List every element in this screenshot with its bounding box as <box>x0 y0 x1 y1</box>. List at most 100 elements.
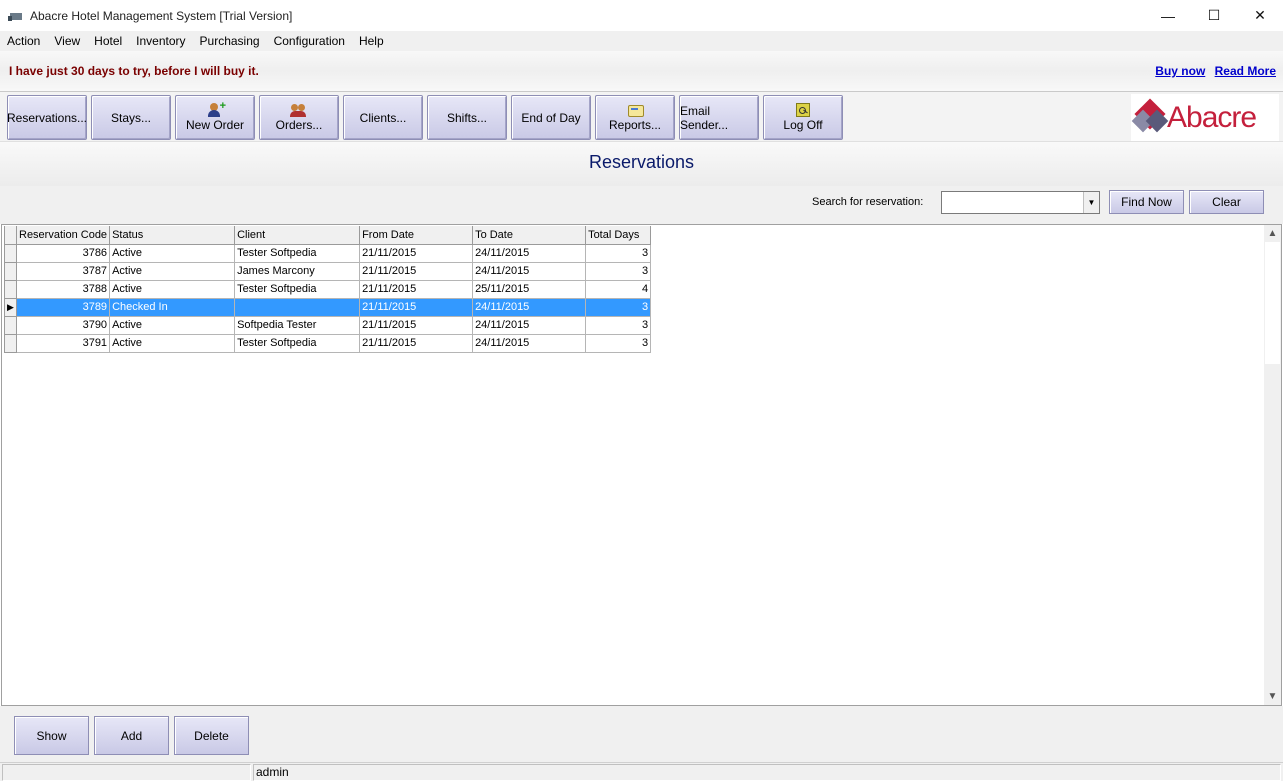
cell-code: 3791 <box>15 333 111 353</box>
col-reservation-code[interactable]: Reservation Code <box>15 226 111 245</box>
row-selector[interactable] <box>4 243 17 263</box>
col-from-date[interactable]: From Date <box>359 226 474 245</box>
col-total-days[interactable]: Total Days <box>585 226 652 245</box>
log-off-button-label: Log Off <box>783 118 823 132</box>
orders-icon <box>290 103 307 117</box>
maximize-button[interactable]: ☐ <box>1191 0 1237 31</box>
cell-to-date: 24/11/2015 <box>472 297 587 317</box>
email-sender-button[interactable]: Email Sender... <box>679 95 759 140</box>
table-row[interactable]: 3788 Active Tester Softpedia 21/11/2015 … <box>4 279 652 299</box>
end-of-day-button-label: End of Day <box>521 110 581 125</box>
cell-total-days: 3 <box>585 297 652 317</box>
search-label: Search for reservation: <box>812 196 924 208</box>
row-selector[interactable] <box>4 315 17 335</box>
read-more-link[interactable]: Read More <box>1215 64 1276 78</box>
cell-client: Tester Softpedia <box>234 279 361 299</box>
search-combo[interactable]: ▼ <box>941 191 1100 214</box>
logo-text: Abacre <box>1167 100 1257 134</box>
page-heading: Reservations <box>0 142 1283 186</box>
banner-links: Buy now Read More <box>1149 64 1276 78</box>
row-selector[interactable] <box>4 279 17 299</box>
clear-button[interactable]: Clear <box>1189 190 1264 214</box>
table-row-selected[interactable]: ▶ 3789 Checked In 21/11/2015 24/11/2015 … <box>4 297 652 317</box>
title-bar: Abacre Hotel Management System [Trial Ve… <box>0 0 1283 31</box>
buy-now-link[interactable]: Buy now <box>1155 64 1205 78</box>
menu-action[interactable]: Action <box>2 31 45 51</box>
cell-from-date: 21/11/2015 <box>359 261 474 281</box>
row-selector[interactable] <box>4 333 17 353</box>
menu-purchasing[interactable]: Purchasing <box>195 31 265 51</box>
stays-button-label: Stays... <box>110 110 151 125</box>
reports-icon <box>627 103 644 117</box>
cell-total-days: 3 <box>585 315 652 335</box>
reservations-button-label: Reservations... <box>6 110 88 125</box>
scroll-down-icon[interactable]: ▼ <box>1264 688 1281 705</box>
menu-help[interactable]: Help <box>354 31 389 51</box>
row-selector[interactable] <box>4 261 17 281</box>
cell-code: 3788 <box>15 279 111 299</box>
table-header-row: Reservation Code Status Client From Date… <box>4 226 652 245</box>
chevron-down-icon[interactable]: ▼ <box>1083 192 1099 213</box>
window-title: Abacre Hotel Management System [Trial Ve… <box>30 8 293 23</box>
add-button[interactable]: Add <box>94 716 169 755</box>
clients-button[interactable]: Clients... <box>343 95 423 140</box>
new-order-icon: + <box>207 100 226 117</box>
find-now-button[interactable]: Find Now <box>1109 190 1184 214</box>
cell-code: 3789 <box>15 297 111 317</box>
reservations-button[interactable]: Reservations... <box>7 95 87 140</box>
cell-status: Active <box>109 333 236 353</box>
reports-button-label: Reports... <box>608 118 662 132</box>
shifts-button[interactable]: Shifts... <box>427 95 507 140</box>
app-icon <box>8 10 24 22</box>
menu-inventory[interactable]: Inventory <box>131 31 190 51</box>
menu-configuration[interactable]: Configuration <box>269 31 350 51</box>
reports-button[interactable]: Reports... <box>595 95 675 140</box>
trial-banner: I have just 30 days to try, before I wil… <box>0 51 1283 91</box>
cell-from-date: 21/11/2015 <box>359 333 474 353</box>
menu-bar: Action View Hotel Inventory Purchasing C… <box>0 31 1283 51</box>
menu-view[interactable]: View <box>49 31 85 51</box>
show-button[interactable]: Show <box>14 716 89 755</box>
cell-status: Active <box>109 261 236 281</box>
cell-code: 3786 <box>15 243 111 263</box>
cell-to-date: 24/11/2015 <box>472 243 587 263</box>
col-status[interactable]: Status <box>109 226 236 245</box>
cell-code: 3790 <box>15 315 111 335</box>
table-row[interactable]: 3786 Active Tester Softpedia 21/11/2015 … <box>4 243 652 263</box>
close-button[interactable]: ✕ <box>1237 0 1283 31</box>
vertical-scrollbar[interactable]: ▲ ▼ <box>1264 225 1281 705</box>
reservations-grid[interactable]: Reservation Code Status Client From Date… <box>1 224 1282 706</box>
email-sender-button-label: Email Sender... <box>680 103 729 132</box>
row-pointer-icon[interactable]: ▶ <box>4 297 17 317</box>
new-order-button[interactable]: + New Order <box>175 95 255 140</box>
status-pane-empty <box>2 764 251 781</box>
scrollbar-thumb[interactable] <box>1265 242 1280 364</box>
log-off-button[interactable]: Log Off <box>763 95 843 140</box>
cell-to-date: 24/11/2015 <box>472 315 587 335</box>
cell-status: Active <box>109 243 236 263</box>
table-row[interactable]: 3787 Active James Marcony 21/11/2015 24/… <box>4 261 652 281</box>
minimize-button[interactable]: — <box>1145 0 1191 31</box>
stays-button[interactable]: Stays... <box>91 95 171 140</box>
end-of-day-button[interactable]: End of Day <box>511 95 591 140</box>
table-row[interactable]: 3790 Active Softpedia Tester 21/11/2015 … <box>4 315 652 335</box>
col-to-date[interactable]: To Date <box>472 226 587 245</box>
cell-total-days: 3 <box>585 243 652 263</box>
page-title: Reservations <box>588 152 695 172</box>
logo-cube-icon <box>1131 97 1171 137</box>
trial-message: I have just 30 days to try, before I wil… <box>9 64 259 78</box>
scroll-up-icon[interactable]: ▲ <box>1264 225 1281 242</box>
orders-button[interactable]: Orders... <box>259 95 339 140</box>
menu-hotel[interactable]: Hotel <box>89 31 127 51</box>
col-client[interactable]: Client <box>234 226 361 245</box>
delete-button[interactable]: Delete <box>174 716 249 755</box>
cell-to-date: 24/11/2015 <box>472 261 587 281</box>
reservations-table: Reservation Code Status Client From Date… <box>4 226 652 353</box>
cell-client: Softpedia Tester <box>234 315 361 335</box>
clients-button-label: Clients... <box>359 110 407 125</box>
cell-from-date: 21/11/2015 <box>359 297 474 317</box>
cell-from-date: 21/11/2015 <box>359 279 474 299</box>
cell-total-days: 3 <box>585 261 652 281</box>
table-row[interactable]: 3791 Active Tester Softpedia 21/11/2015 … <box>4 333 652 353</box>
orders-button-label: Orders... <box>275 118 323 132</box>
